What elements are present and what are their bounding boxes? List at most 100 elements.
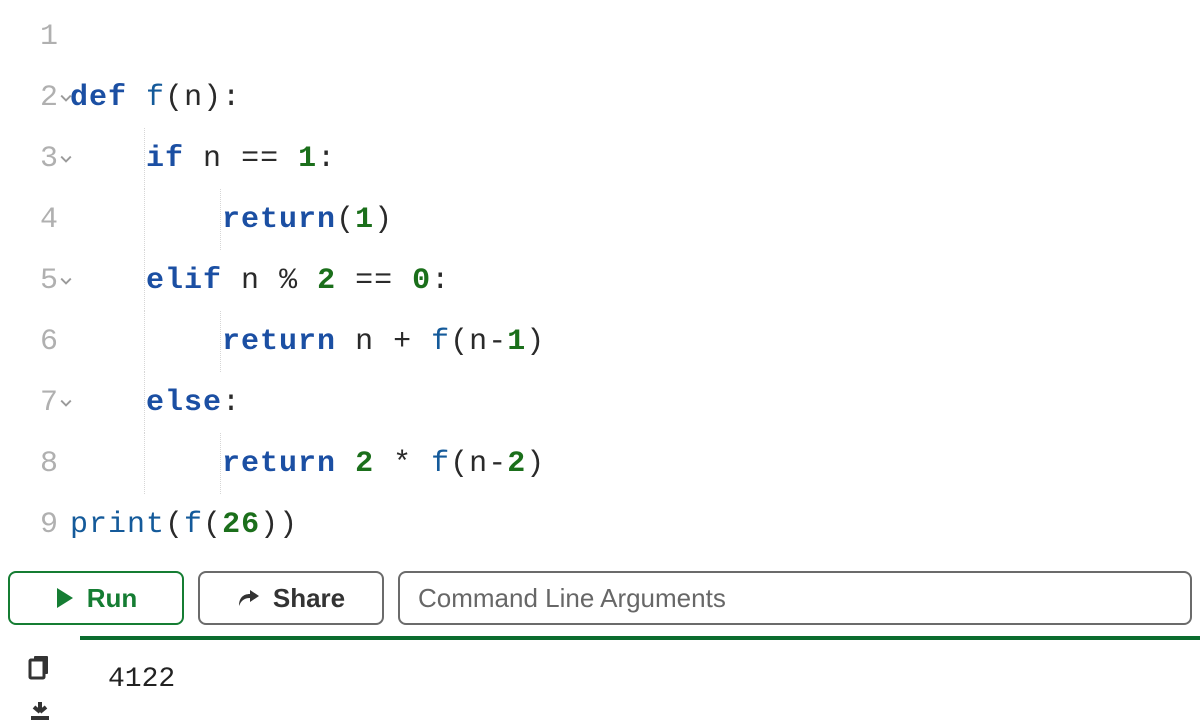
number: 2 xyxy=(317,264,336,298)
code-text-area[interactable]: def f(n): if n == 1: return(1) elif n % … xyxy=(70,0,1200,562)
share-label: Share xyxy=(273,583,345,614)
func-name: f xyxy=(184,508,203,542)
paren: ) xyxy=(203,81,222,115)
line-number: 4 xyxy=(40,203,58,237)
gutter-row[interactable]: 4 xyxy=(0,189,70,250)
gutter-row[interactable]: 6 xyxy=(0,311,70,372)
identifier: n xyxy=(469,447,488,481)
line-number: 8 xyxy=(40,447,58,481)
number: 2 xyxy=(355,447,374,481)
download-icon[interactable] xyxy=(29,702,51,722)
func-name: f xyxy=(146,81,165,115)
line-number: 7 xyxy=(40,386,58,420)
func-name: f xyxy=(431,447,450,481)
gutter-row[interactable]: 8 xyxy=(0,433,70,494)
colon: : xyxy=(431,264,450,298)
cli-args-input[interactable] xyxy=(398,571,1192,625)
indent-guide xyxy=(220,189,221,250)
code-line: return(1) xyxy=(70,189,1200,250)
gutter-row[interactable]: 1 xyxy=(0,6,70,67)
keyword-return: return xyxy=(222,203,336,237)
indent-guide xyxy=(144,189,145,250)
line-number: 1 xyxy=(40,20,58,54)
number: 26 xyxy=(222,508,260,542)
paren: ) xyxy=(526,325,545,359)
identifier: n xyxy=(469,325,488,359)
number: 2 xyxy=(507,447,526,481)
line-gutter: 1 2 3 4 5 6 7 8 9 xyxy=(0,0,70,562)
code-line: print(f(26)) xyxy=(70,494,1200,555)
paren: ( xyxy=(165,508,184,542)
paren: ) xyxy=(526,447,545,481)
number: 0 xyxy=(412,264,431,298)
func-name: print xyxy=(70,508,165,542)
paren: ( xyxy=(450,325,469,359)
gutter-row[interactable]: 2 xyxy=(0,67,70,128)
identifier: n xyxy=(184,81,203,115)
line-number: 5 xyxy=(40,264,58,298)
colon: : xyxy=(222,386,241,420)
identifier: n xyxy=(203,142,222,176)
gutter-row[interactable]: 9 xyxy=(0,494,70,555)
toolbar: Run Share xyxy=(0,562,1200,634)
indent-guide xyxy=(144,311,145,372)
operator-mod: % xyxy=(279,264,298,298)
paren: ( xyxy=(203,508,222,542)
indent-guide xyxy=(144,250,145,311)
paren: ) xyxy=(260,508,279,542)
code-line: def f(n): xyxy=(70,67,1200,128)
number: 1 xyxy=(298,142,317,176)
indent-guide xyxy=(144,128,145,189)
run-label: Run xyxy=(87,583,138,614)
paren: ( xyxy=(450,447,469,481)
keyword-else: else xyxy=(146,386,222,420)
line-number: 2 xyxy=(40,81,58,115)
func-name: f xyxy=(431,325,450,359)
code-editor: 1 2 3 4 5 6 7 8 9 def f(n): if n == 1: r… xyxy=(0,0,1200,562)
line-number: 9 xyxy=(40,508,58,542)
paren: ) xyxy=(374,203,393,237)
run-button[interactable]: Run xyxy=(8,571,184,625)
keyword-if: if xyxy=(146,142,184,176)
operator-eq: == xyxy=(241,142,279,176)
operator-eq: == xyxy=(355,264,393,298)
code-line: return n + f(n-1) xyxy=(70,311,1200,372)
gutter-row[interactable]: 5 xyxy=(0,250,70,311)
share-button[interactable]: Share xyxy=(198,571,384,625)
operator-mul: * xyxy=(393,447,412,481)
output-gutter xyxy=(0,640,80,723)
code-line xyxy=(70,6,1200,67)
colon: : xyxy=(317,142,336,176)
output-text: 4122 xyxy=(80,640,1200,723)
code-line: else: xyxy=(70,372,1200,433)
indent-guide xyxy=(220,311,221,372)
keyword-def: def xyxy=(70,81,127,115)
output-panel: 4122 xyxy=(0,640,1200,723)
operator-minus: - xyxy=(488,447,507,481)
number: 1 xyxy=(355,203,374,237)
play-icon xyxy=(55,587,75,609)
code-line: if n == 1: xyxy=(70,128,1200,189)
share-icon xyxy=(237,587,261,609)
indent-guide xyxy=(220,433,221,494)
code-line: elif n % 2 == 0: xyxy=(70,250,1200,311)
colon: : xyxy=(222,81,241,115)
operator-minus: - xyxy=(488,325,507,359)
keyword-elif: elif xyxy=(146,264,222,298)
operator-plus: + xyxy=(393,325,412,359)
line-number: 6 xyxy=(40,325,58,359)
line-number: 3 xyxy=(40,142,58,176)
paren: ( xyxy=(165,81,184,115)
indent-guide xyxy=(144,433,145,494)
gutter-row[interactable]: 3 xyxy=(0,128,70,189)
gutter-row[interactable]: 7 xyxy=(0,372,70,433)
paren: ( xyxy=(336,203,355,237)
copy-icon[interactable] xyxy=(28,654,52,680)
identifier: n xyxy=(241,264,260,298)
paren: ) xyxy=(279,508,298,542)
indent-guide xyxy=(144,372,145,433)
code-line: return 2 * f(n-2) xyxy=(70,433,1200,494)
keyword-return: return xyxy=(222,447,336,481)
number: 1 xyxy=(507,325,526,359)
keyword-return: return xyxy=(222,325,336,359)
